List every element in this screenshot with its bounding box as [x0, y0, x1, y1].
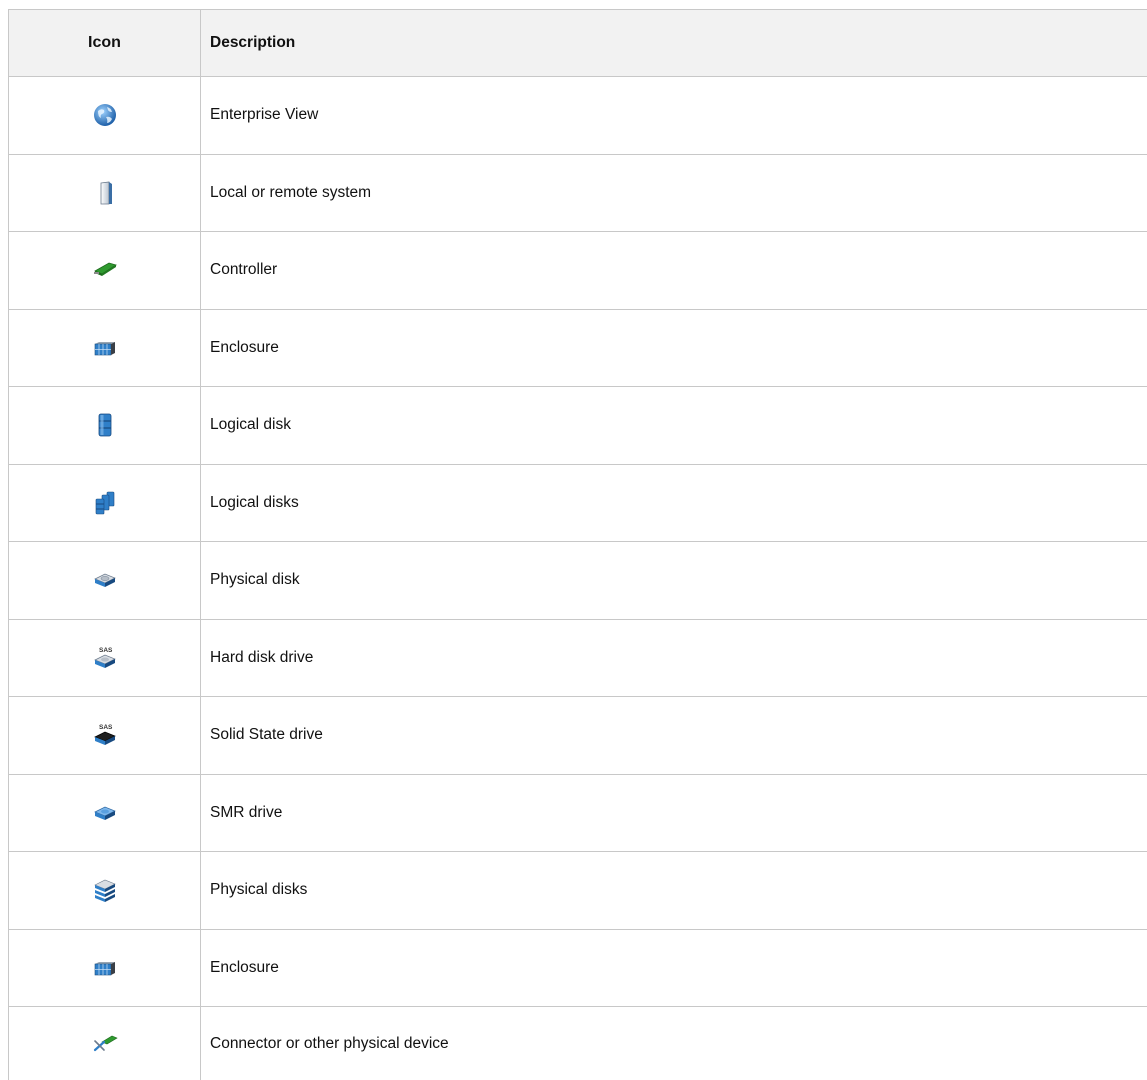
row-description: Logical disks	[210, 493, 299, 511]
row-description: Solid State drive	[210, 726, 323, 744]
logical-disks-icon	[95, 491, 114, 515]
row-description: Local or remote system	[210, 183, 372, 201]
hard-disk-drive-icon: SAS	[93, 647, 116, 668]
table-header-row: Icon Description	[9, 10, 1147, 77]
row-description: Connector or other physical device	[210, 1034, 449, 1052]
table-row: Logical disk	[9, 387, 1147, 465]
table-row: Controller	[9, 232, 1147, 310]
row-description: Logical disk	[210, 416, 291, 434]
description-column-header: Description	[210, 34, 296, 51]
row-description: Enclosure	[210, 338, 279, 356]
table-row: Connector or other physical device	[9, 1007, 1147, 1080]
svg-text:SAS: SAS	[99, 724, 113, 731]
physical-disk-icon	[93, 573, 116, 588]
table-row: SAS Solid State drive	[9, 697, 1147, 775]
table-row: Logical disks	[9, 464, 1147, 542]
table-row: Physical disks	[9, 852, 1147, 930]
globe-icon	[93, 104, 116, 127]
row-description: Controller	[210, 261, 278, 279]
svg-text:SAS: SAS	[99, 647, 113, 654]
enclosure-icon	[94, 961, 115, 976]
icon-table: Icon Description Enterprise View Local o…	[8, 9, 1147, 1080]
server-tower-icon	[100, 181, 112, 205]
row-description: SMR drive	[210, 803, 283, 821]
row-description: Physical disks	[210, 881, 308, 899]
smr-drive-icon	[93, 806, 116, 820]
controller-card-icon	[93, 262, 117, 277]
table-row: Enclosure	[9, 309, 1147, 387]
table-row: Enclosure	[9, 929, 1147, 1007]
logical-disk-icon	[98, 413, 111, 437]
table-row: SMR drive	[9, 774, 1147, 852]
row-description: Hard disk drive	[210, 648, 314, 666]
table-row: SAS Hard disk drive	[9, 619, 1147, 697]
physical-disks-icon	[93, 879, 116, 903]
icon-column-header: Icon	[9, 10, 201, 76]
table-row: Local or remote system	[9, 154, 1147, 232]
row-description: Enterprise View	[210, 106, 319, 124]
table-row: Physical disk	[9, 542, 1147, 620]
table-row: Enterprise View	[9, 77, 1147, 155]
connector-icon	[93, 1035, 118, 1051]
enclosure-icon	[94, 341, 115, 356]
row-description: Enclosure	[210, 958, 279, 976]
row-description: Physical disk	[210, 571, 300, 589]
solid-state-drive-icon: SAS	[93, 724, 116, 746]
